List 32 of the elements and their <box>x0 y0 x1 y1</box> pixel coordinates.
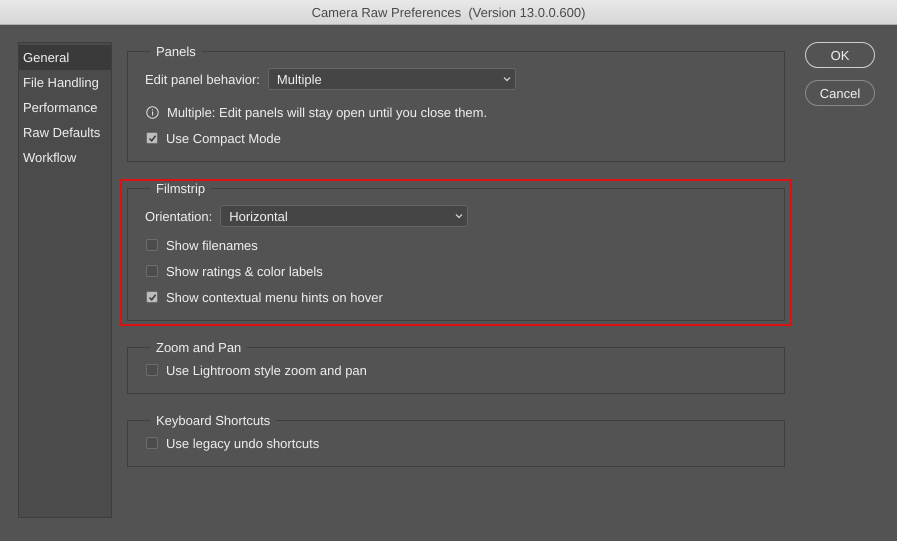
checkbox[interactable] <box>146 437 158 449</box>
chevron-icon <box>502 76 511 82</box>
sidebar-item[interactable]: Raw Defaults <box>19 120 111 145</box>
info-text: Multiple: Edit panels will stay open until you close them. <box>167 104 488 120</box>
dialog-button[interactable]: Cancel <box>805 80 875 106</box>
window-title: Camera Raw Preferences (Version 13.0.0.600) <box>312 4 586 20</box>
dropdown[interactable]: Horizontal <box>220 205 468 227</box>
group-title: Zoom and Pan <box>155 340 242 355</box>
dialog-button[interactable]: OK <box>805 42 875 68</box>
sidebar-item[interactable]: Performance <box>19 95 111 120</box>
checkbox-label[interactable]: Show ratings & color labels <box>166 264 323 278</box>
dropdown[interactable]: Multiple <box>268 68 516 90</box>
field-label: Orientation: <box>145 208 212 224</box>
sidebar-item[interactable]: General <box>19 45 111 70</box>
checkbox[interactable] <box>146 132 158 144</box>
sidebar-item[interactable]: File Handling <box>19 70 111 95</box>
checkbox-label[interactable]: Show contextual menu hints on hover <box>166 290 383 304</box>
checkbox[interactable] <box>146 265 158 277</box>
info-icon <box>146 106 159 118</box>
checkbox[interactable] <box>146 291 158 303</box>
checkbox[interactable] <box>146 364 158 376</box>
chevron-icon <box>455 213 464 219</box>
group-title: Panels <box>155 44 197 59</box>
sidebar-item[interactable]: Workflow <box>19 145 111 170</box>
checkbox-label[interactable]: Use Lightroom style zoom and pan <box>166 362 367 378</box>
field-label: Edit panel behavior: <box>145 72 260 86</box>
group-title: Keyboard Shortcuts <box>155 413 272 428</box>
checkbox[interactable] <box>146 239 158 251</box>
group-title: Filmstrip <box>155 181 206 196</box>
checkbox-label[interactable]: Show filenames <box>166 238 258 252</box>
checkbox-label[interactable]: Use Compact Mode <box>166 130 281 146</box>
checkbox-label[interactable]: Use legacy undo shortcuts <box>166 436 320 450</box>
